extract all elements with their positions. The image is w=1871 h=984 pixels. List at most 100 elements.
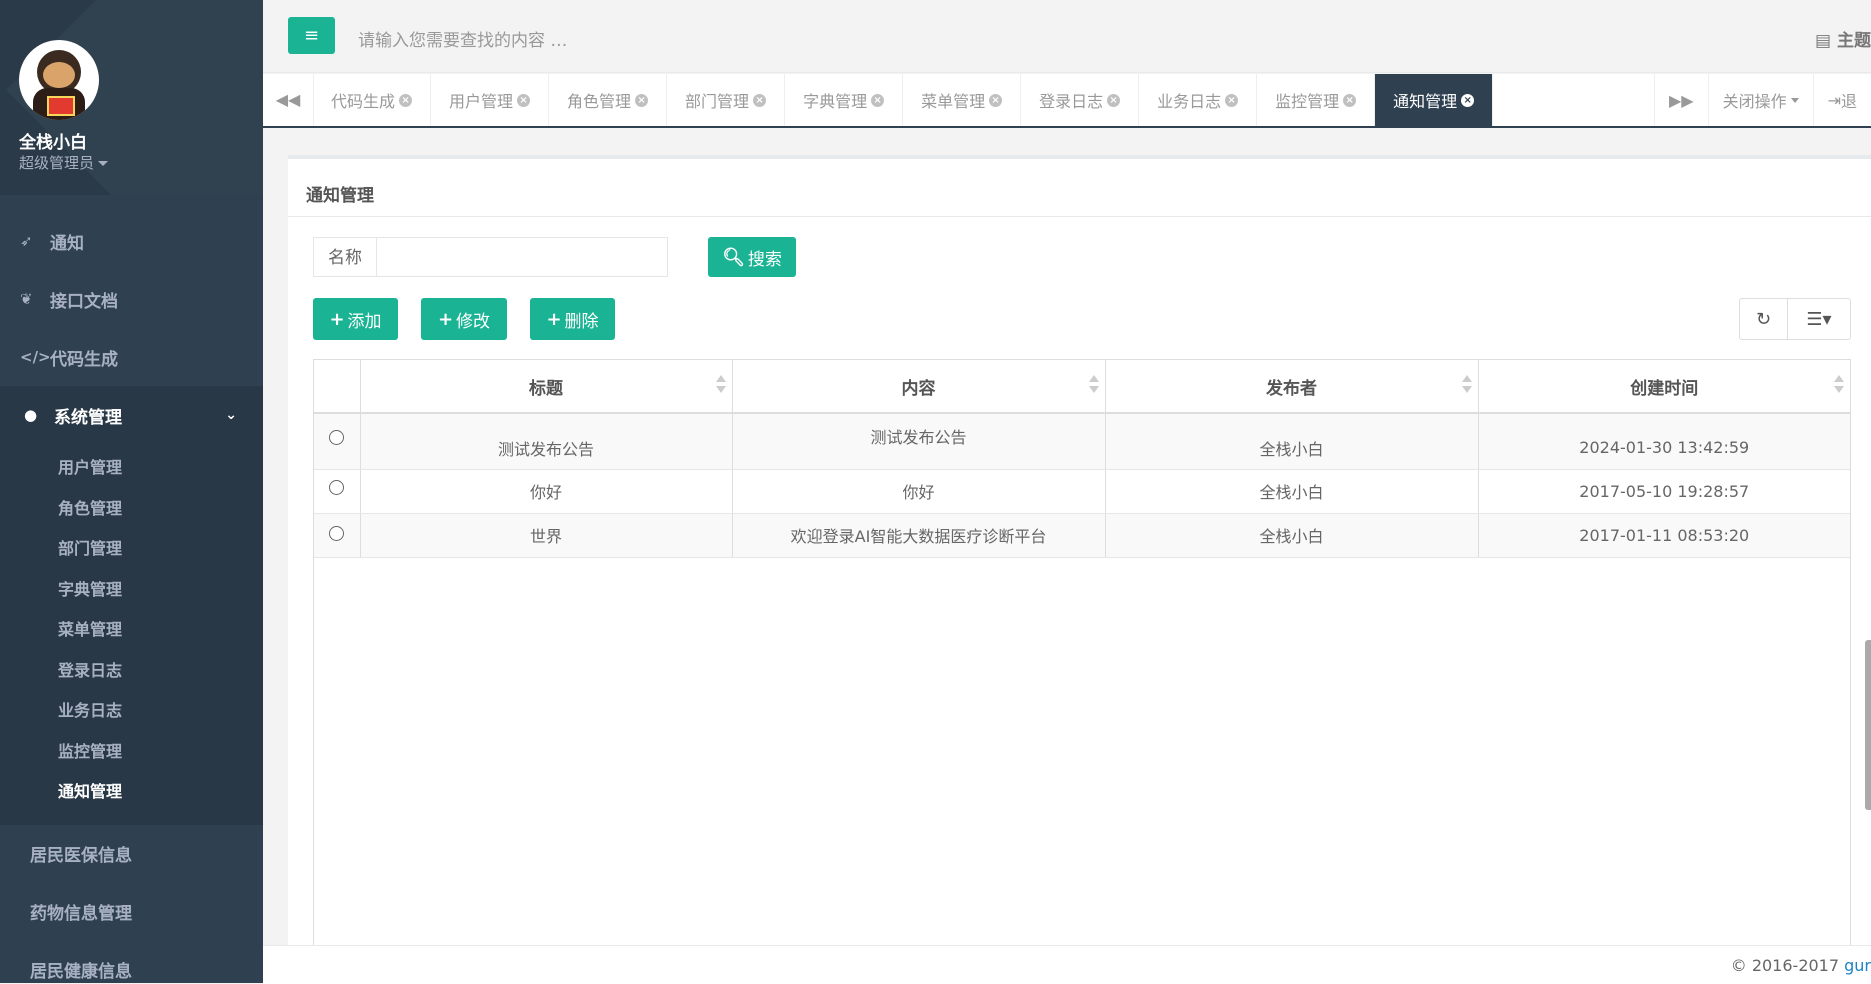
tab-roles[interactable]: 角色管理 ×: [549, 74, 668, 126]
user-role-dropdown[interactable]: 超级管理员: [19, 152, 109, 173]
tab-login-log[interactable]: 登录日志 ×: [1021, 74, 1140, 126]
close-tab-icon[interactable]: ×: [989, 93, 1003, 107]
rocket-icon: ➶: [20, 232, 33, 250]
tabs-scroll-right-button[interactable]: ▶▶: [1653, 74, 1708, 126]
tab-actions: ▶▶ 关闭操作 ⇥ 退: [1653, 74, 1871, 126]
sidebar-sub-monitor[interactable]: 监控管理: [0, 732, 263, 773]
close-tab-icon[interactable]: ×: [1225, 93, 1239, 107]
tab-label: 字典管理: [803, 92, 868, 111]
system-submenu: 用户管理 角色管理 部门管理 字典管理 菜单管理 登录日志 业务日志 监控管理 …: [0, 444, 263, 825]
close-tab-icon[interactable]: ×: [635, 93, 649, 107]
sidebar-item-health[interactable]: 居民健康信息: [0, 941, 263, 984]
tab-codegen[interactable]: 代码生成 ×: [313, 74, 432, 126]
close-ops-dropdown[interactable]: 关闭操作: [1707, 74, 1813, 126]
sidebar-sub-login-log[interactable]: 登录日志: [0, 651, 263, 692]
tab-notice[interactable]: 通知管理 ×: [1375, 74, 1494, 126]
table-row[interactable]: 你好 你好 全栈小白 2017-05-10 19:28:57: [314, 469, 1850, 514]
global-search-input[interactable]: 请输入您需要查找的内容 …: [358, 26, 567, 51]
name-filter-input[interactable]: [376, 237, 668, 277]
divider: [288, 216, 1871, 217]
refresh-button[interactable]: ↻: [1739, 298, 1788, 340]
close-tab-icon[interactable]: ×: [1107, 93, 1121, 107]
table-row[interactable]: 测试发布公告 测试发布公告 全栈小白 2024-01-30 13:42:59: [314, 413, 1850, 470]
column-header-content[interactable]: 内容: [732, 360, 1106, 414]
theme-menu[interactable]: ▤ 主题: [1815, 26, 1871, 51]
delete-button[interactable]: + 删除: [530, 298, 615, 340]
notice-panel: 通知管理 名称 🔍︎ 搜索 + 添加 + 修改 + 删除 ↻ ☰▾ 标题 内容 发布者 …: [288, 155, 1871, 949]
sidebar-sub-roles[interactable]: 角色管理: [0, 489, 263, 530]
close-tab-icon[interactable]: ×: [517, 93, 531, 107]
row-select-radio[interactable]: [329, 430, 345, 445]
close-tab-icon[interactable]: ×: [399, 93, 413, 107]
column-header-created[interactable]: 创建时间: [1478, 360, 1850, 414]
code-icon: </>: [20, 348, 51, 366]
sidebar-item-system[interactable]: ● 系统管理 ⌄: [0, 386, 263, 444]
user-name: 全栈小白: [19, 133, 87, 153]
cell-publisher: 全栈小白: [1105, 469, 1479, 514]
caret-down-icon: [98, 161, 109, 166]
sidebar-sub-menus[interactable]: 菜单管理: [0, 610, 263, 651]
sidebar-item-insurance[interactable]: 居民医保信息: [0, 825, 263, 883]
close-tab-icon[interactable]: ×: [1461, 93, 1475, 107]
tab-label: 登录日志: [1039, 92, 1104, 111]
caret-down-icon: [1790, 97, 1799, 103]
tab-label: 部门管理: [685, 92, 750, 111]
sort-icon: [1461, 375, 1472, 395]
tab-depts[interactable]: 部门管理 ×: [667, 74, 786, 126]
cell-content: 欢迎登录AI智能大数据医疗诊断平台: [732, 513, 1106, 558]
column-header-title[interactable]: 标题: [360, 360, 733, 414]
tab-label: 代码生成: [331, 92, 396, 111]
close-tab-icon[interactable]: ×: [753, 93, 767, 107]
list-icon: ☰▾: [1806, 308, 1832, 330]
sidebar-item-notify[interactable]: ➶ 通知: [0, 212, 263, 270]
close-tab-icon[interactable]: ×: [871, 93, 885, 107]
row-select-radio[interactable]: [329, 525, 345, 541]
delete-button-label: 删除: [564, 311, 599, 332]
footer-link[interactable]: gur: [1844, 956, 1871, 975]
forward-icon: ▶▶: [1668, 90, 1694, 110]
avatar[interactable]: [19, 40, 99, 120]
tab-menus[interactable]: 菜单管理 ×: [903, 74, 1022, 126]
edit-button[interactable]: + 修改: [421, 298, 507, 340]
sidebar-toggle-button[interactable]: ≡: [288, 17, 335, 54]
tab-dict[interactable]: 字典管理 ×: [785, 74, 904, 126]
cell-title: 测试发布公告: [360, 413, 733, 470]
close-tab-icon[interactable]: ×: [1343, 93, 1357, 107]
notice-table: 标题 内容 发布者 创建时间 测试发布公告 测试发布公告 全栈小白 2024-0…: [313, 359, 1851, 949]
tab-monitor[interactable]: 监控管理 ×: [1257, 74, 1376, 126]
sidebar-sub-notice[interactable]: 通知管理: [0, 772, 263, 813]
table-row[interactable]: 世界 欢迎登录AI智能大数据医疗诊断平台 全栈小白 2017-01-11 08:…: [314, 513, 1850, 558]
sign-out-icon: ⇥: [1827, 90, 1841, 110]
column-header-publisher[interactable]: 发布者: [1105, 360, 1479, 414]
tabs-scroll-left-button[interactable]: ◀◀: [263, 74, 314, 126]
plus-icon: +: [329, 308, 345, 330]
sidebar-item-label: 代码生成: [50, 349, 118, 370]
tab-users[interactable]: 用户管理 ×: [431, 74, 550, 126]
sidebar-sub-biz-log[interactable]: 业务日志: [0, 691, 263, 732]
table-header-row: 标题 内容 发布者 创建时间: [314, 360, 1850, 414]
row-select-radio[interactable]: [329, 479, 345, 495]
tab-biz-log[interactable]: 业务日志 ×: [1139, 74, 1258, 126]
tab-list: 代码生成 × 用户管理 × 角色管理 × 部门管理 × 字典管理 × 菜单管理 × 登录日志…: [313, 74, 1494, 126]
sidebar-sub-dict[interactable]: 字典管理: [0, 570, 263, 611]
tab-label: 通知管理: [1393, 92, 1458, 111]
search-button[interactable]: 🔍︎ 搜索: [708, 237, 796, 277]
sidebar-item-label: 系统管理: [54, 407, 122, 428]
select-column-header: [314, 360, 361, 414]
tab-label: 监控管理: [1275, 92, 1340, 111]
cell-publisher: 全栈小白: [1105, 413, 1479, 470]
add-button[interactable]: + 添加: [313, 298, 398, 340]
cell-publisher: 全栈小白: [1105, 513, 1479, 558]
sidebar-item-api-docs[interactable]: ❦ 接口文档: [0, 270, 263, 328]
sidebar-item-drugs[interactable]: 药物信息管理: [0, 883, 263, 941]
copyright-text: © 2016-2017 gur: [1730, 956, 1871, 975]
tab-label: 菜单管理: [921, 92, 986, 111]
sidebar-item-codegen[interactable]: </> 代码生成: [0, 328, 263, 386]
sidebar: 全栈小白 超级管理员 ➶ 通知 ❦ 接口文档 </> 代码生成 ● 系统管理 ⌄ 用户管理…: [0, 0, 263, 983]
columns-toggle-button[interactable]: ☰▾: [1787, 298, 1851, 340]
page-scrollbar[interactable]: [1865, 640, 1871, 810]
sidebar-sub-depts[interactable]: 部门管理: [0, 529, 263, 570]
logout-button[interactable]: ⇥ 退: [1812, 74, 1871, 126]
sidebar-sub-users[interactable]: 用户管理: [0, 448, 263, 489]
user-role-label: 超级管理员: [19, 154, 95, 172]
